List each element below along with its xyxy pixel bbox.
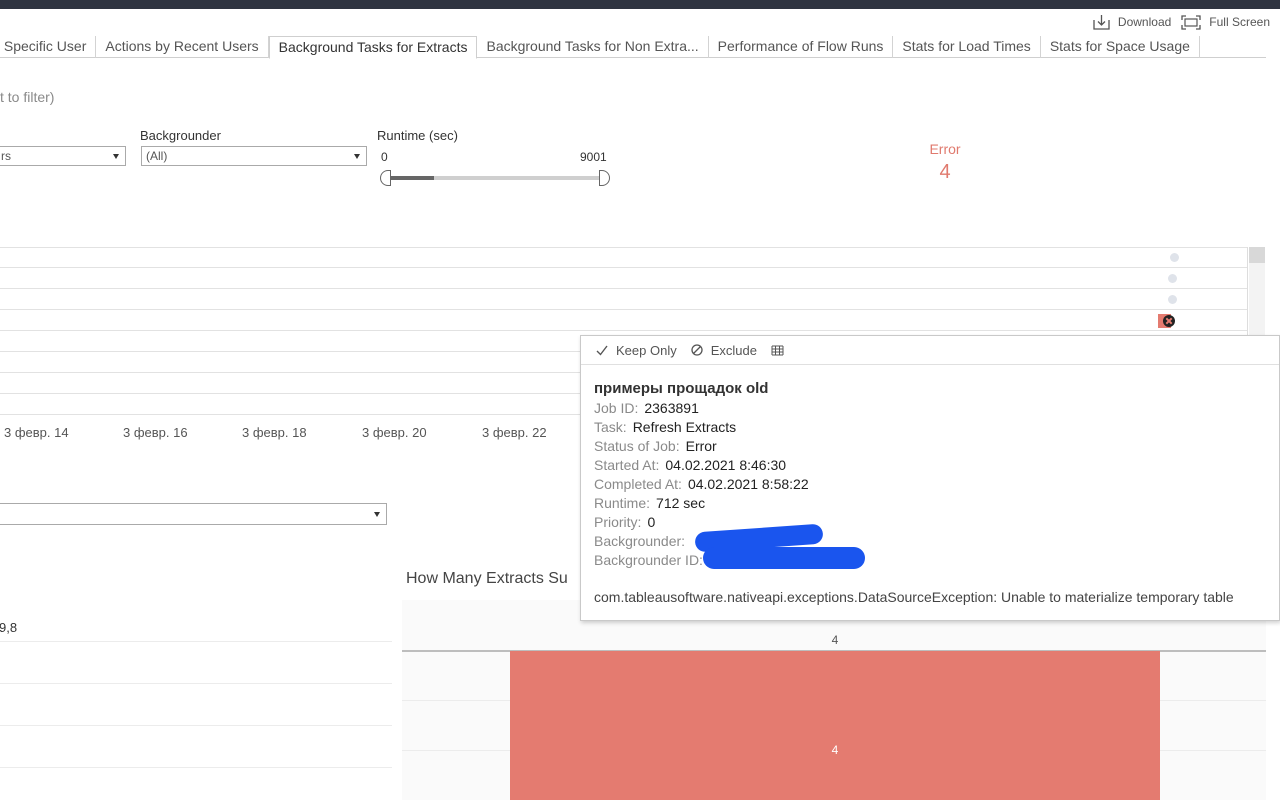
- download-button[interactable]: Download: [1093, 14, 1171, 30]
- tab-stats-load-times[interactable]: Stats for Load Times: [893, 36, 1041, 58]
- tooltip-actions-bar: Keep Only Exclude: [581, 336, 1279, 365]
- view-data-button[interactable]: [771, 345, 792, 356]
- timeline-scrollbar-thumb[interactable]: [1249, 247, 1265, 263]
- chart-title: How Many Extracts Su: [406, 570, 568, 587]
- x-axis-tick: 3 февр. 20: [362, 425, 427, 440]
- timeline-row: [0, 310, 1247, 331]
- bar[interactable]: [510, 651, 1160, 800]
- runtime-slider-max-handle[interactable]: [599, 170, 610, 186]
- timeline-row: [0, 289, 1247, 310]
- tab-specific-user[interactable]: y Specific User: [0, 36, 97, 58]
- error-job-mark[interactable]: [1158, 314, 1176, 328]
- lower-left-value: 9,8: [0, 620, 18, 635]
- tab-actions-recent-users[interactable]: Actions by Recent Users: [96, 36, 269, 58]
- runtime-slider-track[interactable]: [386, 176, 606, 180]
- exclude-label: Exclude: [710, 342, 757, 358]
- exclude-button[interactable]: Exclude: [691, 343, 757, 358]
- chevron-down-icon: [374, 512, 380, 517]
- gridline: [0, 725, 392, 726]
- backgrounder-filter-label: Backgrounder: [140, 128, 221, 143]
- x-axis-tick: 3 февр. 14: [4, 425, 69, 440]
- tab-stats-space-usage[interactable]: Stats for Space Usage: [1041, 36, 1200, 58]
- error-kpi-label: Error: [929, 141, 961, 157]
- job-tooltip: Keep Only Exclude примеры прощадок old J…: [580, 335, 1280, 621]
- job-mark[interactable]: [1168, 274, 1177, 283]
- chevron-down-icon: [113, 154, 119, 159]
- runtime-filter-label: Runtime (sec): [377, 128, 458, 143]
- tooltip-error-message: com.tableausoftware.nativeapi.exceptions…: [594, 589, 1234, 605]
- dashboard-tab-strip: y Specific User Actions by Recent Users …: [0, 36, 1266, 59]
- tooltip-field: Priority: 0: [594, 514, 656, 530]
- runtime-max-value: 9001: [580, 150, 607, 164]
- gridline: [0, 683, 392, 684]
- table-icon: [771, 345, 784, 355]
- x-axis-tick: 3 февр. 16: [123, 425, 188, 440]
- tooltip-field: Runtime: 712 sec: [594, 495, 706, 511]
- tooltip-field: Task: Refresh Extracts: [594, 419, 737, 435]
- runtime-slider-min-handle[interactable]: [380, 170, 391, 186]
- runtime-slider-fill: [386, 176, 434, 180]
- job-mark[interactable]: [1168, 295, 1177, 304]
- error-kpi-value: 4: [939, 161, 951, 183]
- first-filter-value: rs: [1, 149, 11, 163]
- fullscreen-label: Full Screen: [1209, 15, 1270, 29]
- runtime-min-value: 0: [381, 150, 388, 164]
- exclude-icon: [691, 344, 703, 356]
- tooltip-field: Backgrounder ID:: [594, 552, 703, 568]
- timeline-row: [0, 247, 1247, 268]
- x-axis-tick: 3 февр. 18: [242, 425, 307, 440]
- gridline: [0, 641, 392, 642]
- keep-only-label: Keep Only: [616, 342, 677, 358]
- download-icon: [1093, 15, 1110, 30]
- tab-background-tasks-non-extracts[interactable]: Background Tasks for Non Extra...: [477, 36, 709, 58]
- tooltip-field: Started At: 04.02.2021 8:46:30: [594, 457, 787, 473]
- check-icon: [596, 345, 608, 356]
- tooltip-title: примеры прощадок old: [594, 380, 769, 397]
- fullscreen-button[interactable]: Full Screen: [1181, 14, 1270, 30]
- timeline-row: [0, 268, 1247, 289]
- lower-filter-dropdown[interactable]: [0, 503, 387, 525]
- gridline: [0, 767, 392, 768]
- view-toolbar: Download Full Screen: [1093, 13, 1280, 31]
- chevron-down-icon: [354, 154, 360, 159]
- redaction-scribble: [703, 547, 865, 569]
- first-filter-dropdown[interactable]: rs: [0, 146, 126, 166]
- backgrounder-filter-dropdown[interactable]: (All): [141, 146, 367, 166]
- x-axis-tick: 3 февр. 22: [482, 425, 547, 440]
- bar-total-label: 4: [831, 633, 839, 647]
- fullscreen-icon: [1181, 14, 1201, 30]
- filter-hint-text: t to filter): [0, 89, 55, 105]
- tooltip-field: Status of Job: Error: [594, 438, 717, 454]
- tab-background-tasks-extracts[interactable]: Background Tasks for Extracts: [268, 36, 478, 59]
- keep-only-button[interactable]: Keep Only: [596, 343, 677, 358]
- top-header-bar: [0, 0, 1280, 9]
- job-mark[interactable]: [1170, 253, 1179, 262]
- download-label: Download: [1117, 15, 1172, 29]
- backgrounder-filter-value: (All): [146, 149, 168, 163]
- tooltip-field: Backgrounder:: [594, 533, 686, 549]
- bar-value-label: 4: [831, 743, 839, 757]
- tab-performance-flow-runs[interactable]: Performance of Flow Runs: [709, 36, 894, 58]
- tooltip-field: Job ID: 2363891: [594, 400, 699, 416]
- tooltip-field: Completed At: 04.02.2021 8:58:22: [594, 476, 809, 492]
